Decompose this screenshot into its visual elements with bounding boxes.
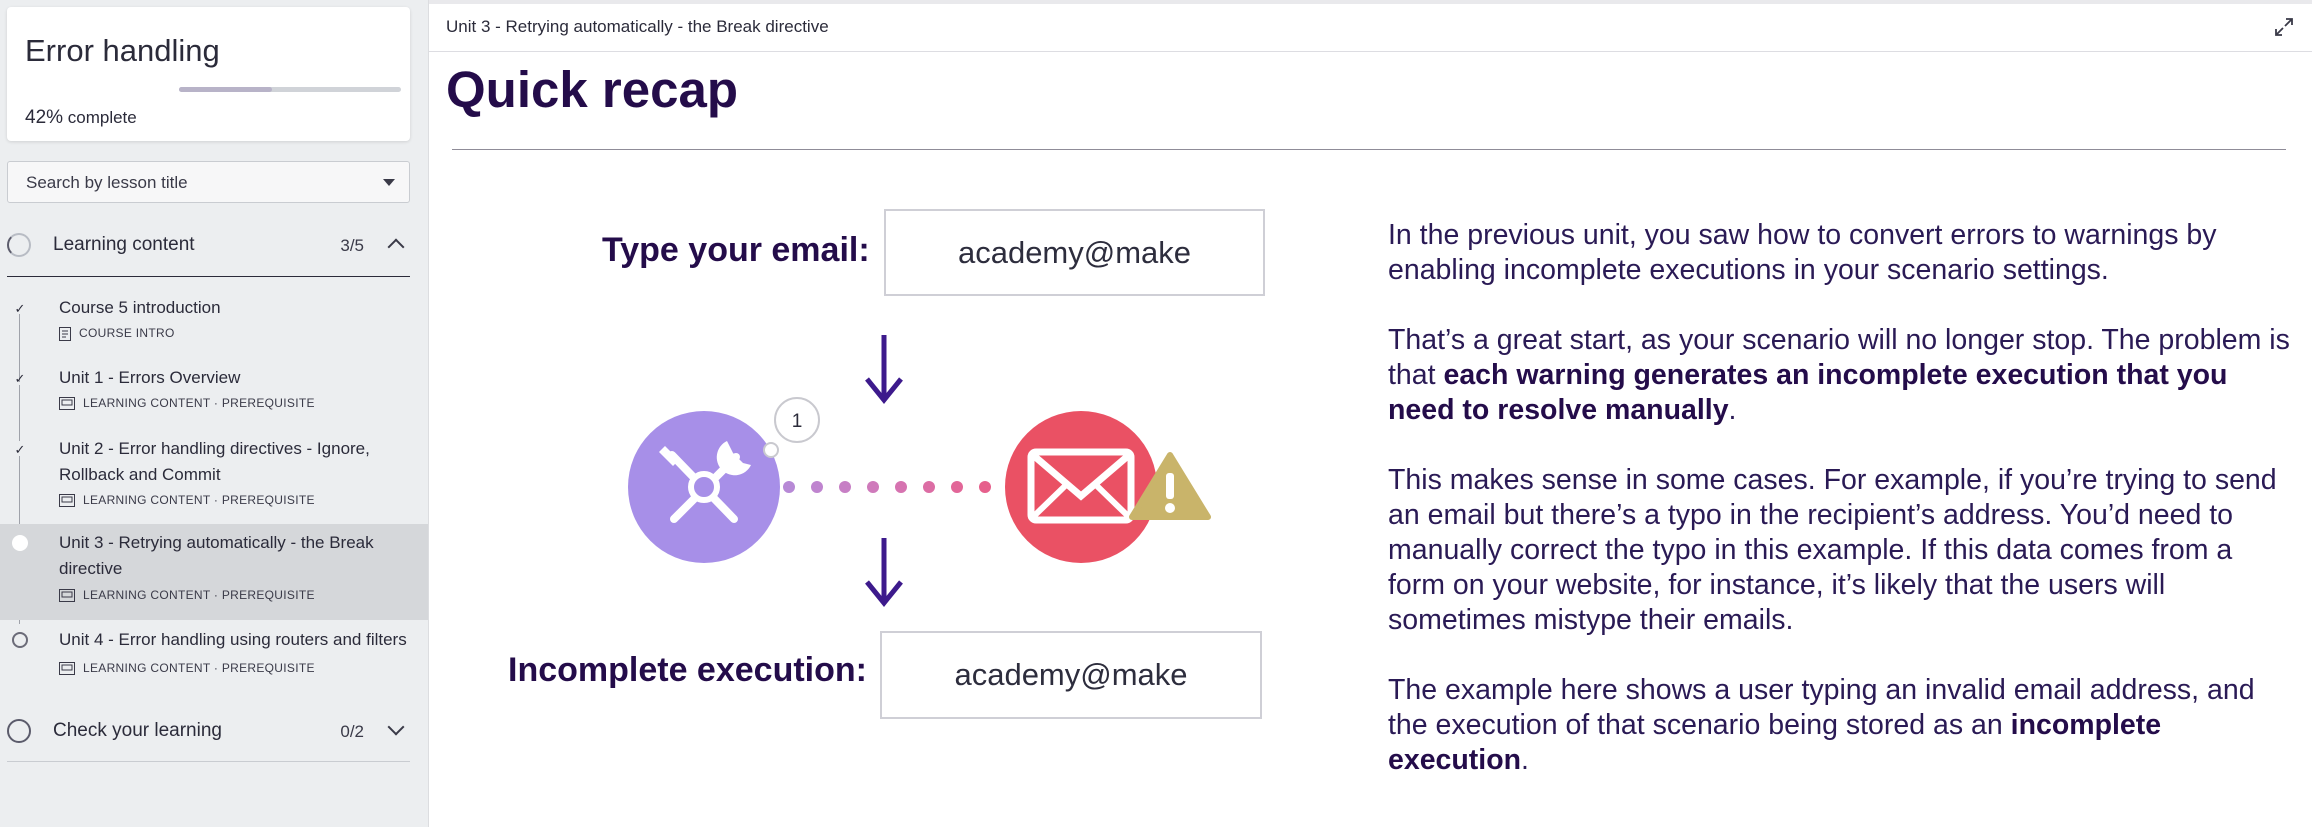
paragraph-emphasis: each warning generates an incomplete exe… [1388, 359, 2228, 426]
section-count: 0/2 [340, 722, 364, 741]
section-label: Learning content [53, 234, 195, 255]
checkmark-icon: ✓ [14, 442, 26, 457]
paragraph-text: . [1521, 744, 1529, 776]
lesson-title: Unit 2 - Error handling directives - Ign… [59, 439, 370, 484]
lesson-title: Course 5 introduction [59, 298, 221, 317]
empty-circle-icon [12, 632, 28, 648]
section-divider [7, 761, 410, 762]
slides-icon [59, 494, 75, 508]
checkmark-icon: ✓ [14, 371, 26, 386]
lesson-title: Unit 3 - Retrying automatically - the Br… [59, 533, 374, 578]
document-icon [59, 326, 71, 341]
chevron-up-icon[interactable] [387, 238, 405, 256]
section-count: 3/5 [340, 236, 364, 255]
lesson-item[interactable]: ✓ Unit 1 - Errors Overview LEARNING CONT… [0, 362, 428, 422]
lesson-meta-text: LEARNING CONTENT · PREREQUISITE [83, 493, 315, 507]
lesson-meta-text: LEARNING CONTENT · PREREQUISITE [83, 588, 315, 602]
lesson-meta: LEARNING CONTENT · PREREQUISITE [59, 588, 315, 603]
section-learning-content[interactable]: Learning content 3/5 [7, 220, 410, 270]
title-divider [452, 149, 2286, 150]
paragraph: That’s a great start, as your scenario w… [1388, 323, 2293, 428]
lesson-title: Unit 1 - Errors Overview [59, 368, 241, 387]
operations-counter-bubble: 1 [763, 397, 820, 458]
lesson-header-bar: Unit 3 - Retrying automatically - the Br… [429, 0, 2312, 52]
slides-icon [59, 662, 75, 676]
paragraph: This makes sense in some cases. For exam… [1388, 464, 2277, 636]
lesson-item[interactable]: ✓ Unit 2 - Error handling directives - I… [0, 433, 428, 519]
current-lesson-dot-icon [12, 535, 28, 551]
diagram-graphics: 1 [628, 335, 1211, 607]
chevron-down-icon[interactable] [387, 718, 405, 736]
section-progress-ring-icon [7, 719, 31, 743]
section-check-your-learning[interactable]: Check your learning 0/2 [7, 706, 410, 756]
checkmark-icon: ✓ [14, 301, 26, 316]
incomplete-execution-label: Incomplete execution: [508, 651, 867, 689]
arrow-down-icon [865, 538, 903, 607]
caret-down-icon [383, 179, 395, 186]
page-title: Quick recap [446, 61, 738, 118]
course-title: Error handling [25, 33, 220, 68]
recap-text: In the previous unit, you saw how to con… [1388, 218, 2293, 813]
paragraph: The example here shows a user typing an … [1388, 673, 2293, 778]
lesson-item[interactable]: Unit 4 - Error handling using routers an… [0, 627, 428, 687]
course-sidebar: Error handling 42% complete Search by le… [0, 0, 429, 827]
arrow-down-icon [865, 335, 903, 404]
progress-suffix: complete [63, 108, 137, 127]
slides-icon [59, 589, 75, 603]
paragraph: In the previous unit, you saw how to con… [1388, 219, 2217, 286]
lesson-meta-text: LEARNING CONTENT · PREREQUISITE [83, 661, 315, 675]
slides-icon [59, 397, 75, 411]
lesson-search-placeholder: Search by lesson title [26, 173, 188, 192]
progress-value: 42% [25, 107, 64, 128]
course-card: Error handling 42% complete [7, 7, 410, 141]
connector-dots [783, 481, 991, 493]
progress-bar [179, 87, 401, 92]
email-module-icon [1005, 411, 1157, 563]
section-label: Check your learning [53, 720, 222, 741]
lesson-breadcrumb: Unit 3 - Retrying automatically - the Br… [446, 17, 829, 36]
lesson-item-current[interactable]: Unit 3 - Retrying automatically - the Br… [0, 524, 428, 620]
paragraph-text: . [1728, 394, 1737, 426]
lesson-meta-text: COURSE INTRO [79, 326, 175, 340]
lesson-meta: LEARNING CONTENT · PREREQUISITE [59, 493, 315, 508]
operations-count: 1 [792, 411, 803, 432]
lesson-meta-text: LEARNING CONTENT · PREREQUISITE [83, 396, 315, 410]
lesson-search-select[interactable]: Search by lesson title [7, 161, 410, 203]
incomplete-execution-illustration: academy@make [880, 631, 1262, 719]
incomplete-execution-diagram: Type your email: academy@make 1 Incomple… [429, 160, 1329, 827]
expand-icon[interactable] [2274, 17, 2294, 37]
lesson-meta: LEARNING CONTENT · PREREQUISITE [59, 661, 315, 676]
lesson-meta: LEARNING CONTENT · PREREQUISITE [59, 396, 315, 411]
lesson-title: Unit 4 - Error handling using routers an… [59, 630, 407, 649]
tools-module-icon [628, 411, 780, 563]
section-divider [7, 276, 410, 277]
lesson-item[interactable]: ✓ Course 5 introduction COURSE INTRO [0, 292, 428, 352]
section-progress-ring-icon [7, 233, 31, 257]
progress-bar-fill [179, 87, 273, 92]
progress-label: 42% complete [25, 107, 137, 129]
lesson-meta: COURSE INTRO [59, 326, 175, 341]
